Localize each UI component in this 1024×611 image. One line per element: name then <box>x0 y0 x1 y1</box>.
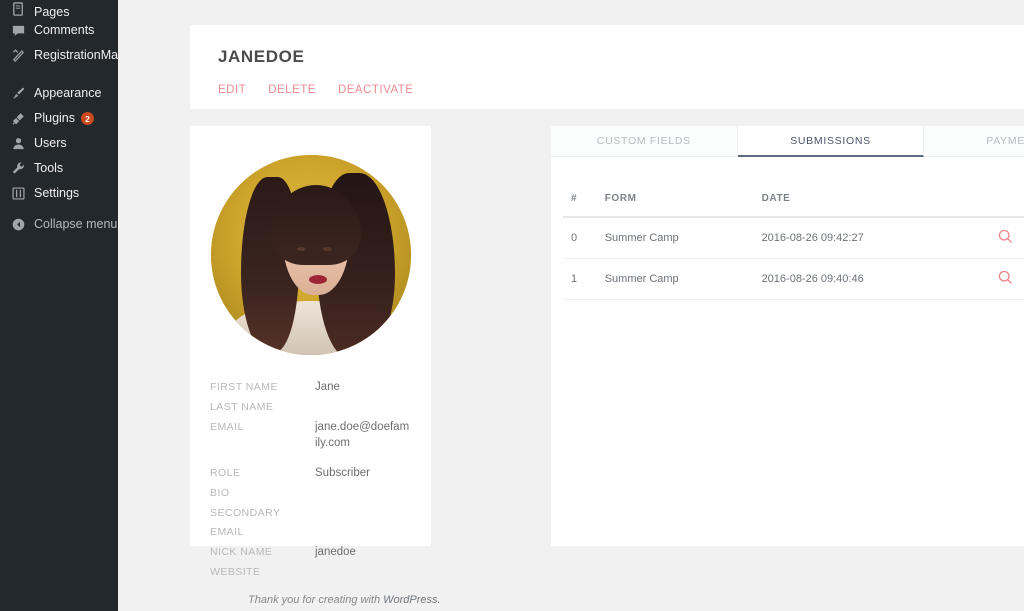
column-header-date: DATE <box>761 157 975 218</box>
column-header-form: FORM <box>604 157 762 218</box>
table-row[interactable]: 1 Summer Camp 2016-08-26 09:40:46 <box>563 258 1024 300</box>
sidebar-item-appearance[interactable]: Appearance <box>0 81 118 106</box>
sidebar-item-settings[interactable]: Settings <box>0 181 118 206</box>
comments-icon <box>9 22 27 40</box>
paintbrush-icon <box>9 85 27 103</box>
sidebar-item-label: Plugins <box>34 111 75 126</box>
table-body: 0 Summer Camp 2016-08-26 09:42:27 1 Summ… <box>563 217 1024 300</box>
column-header-number: # <box>563 157 605 218</box>
sidebar-item-label: Tools <box>34 161 64 176</box>
field-value: jane.doe@doefamily.com <box>315 421 410 449</box>
user-action-links: EDIT DELETE DEACTIVATE <box>218 84 1024 96</box>
sliders-icon <box>9 185 27 203</box>
sidebar-item-plugins[interactable]: Plugins 2 <box>0 106 118 131</box>
field-value: Subscriber <box>315 467 370 479</box>
registrationmagic-icon <box>9 47 27 65</box>
field-label: LAST NAME <box>210 401 274 413</box>
profile-field-secondary-email: SECONDARY EMAIL <box>210 503 411 542</box>
user-icon <box>9 135 27 153</box>
field-value <box>315 484 411 485</box>
pages-icon <box>9 0 27 18</box>
field-label: BIO <box>210 487 230 499</box>
profile-field-email: EMAIL jane.doe@doefamily.com <box>210 417 411 451</box>
sidebar-item-label: Collapse menu <box>34 217 118 232</box>
profile-panel: FIRST NAME Jane LAST NAME EMAIL jane.doe… <box>190 126 431 578</box>
deactivate-link[interactable]: DEACTIVATE <box>338 84 414 96</box>
profile-field-bio: BIO <box>210 483 411 503</box>
sidebar-divider <box>0 68 118 81</box>
view-icon[interactable] <box>997 228 1014 245</box>
wordpress-link[interactable]: WordPress. <box>383 594 440 606</box>
cell-form: Summer Camp <box>604 217 762 259</box>
cell-date: 2016-08-26 09:42:27 <box>761 217 975 259</box>
profile-field-list: FIRST NAME Jane LAST NAME EMAIL jane.doe… <box>202 377 419 582</box>
delete-link[interactable]: DELETE <box>268 84 316 96</box>
tab-bar: CUSTOM FIELDS SUBMISSIONS PAYMENTS <box>551 126 1024 157</box>
cell-number: 0 <box>563 217 605 259</box>
sidebar-item-pages[interactable]: Pages <box>0 0 118 18</box>
footer-text: Thank you for creating with <box>248 594 381 606</box>
cell-number: 1 <box>563 258 605 300</box>
view-icon[interactable] <box>997 269 1014 286</box>
field-label: WEBSITE <box>210 566 261 578</box>
cell-form: Summer Camp <box>604 258 762 300</box>
table-row[interactable]: 0 Summer Camp 2016-08-26 09:42:27 <box>563 217 1024 259</box>
field-label: ROLE <box>210 467 241 479</box>
collapse-icon <box>9 216 27 234</box>
sidebar-item-registrationmagic[interactable]: RegistrationMagic <box>0 43 134 68</box>
plug-icon <box>9 110 27 128</box>
submissions-panel: CUSTOM FIELDS SUBMISSIONS PAYMENTS # FOR… <box>551 126 1024 546</box>
sidebar-item-label: Settings <box>34 186 80 201</box>
tab-custom-fields[interactable]: CUSTOM FIELDS <box>551 126 738 156</box>
sidebar-item-collapse-menu[interactable]: Collapse menu <box>0 212 118 237</box>
plugins-update-badge: 2 <box>81 112 94 125</box>
profile-field-last-name: LAST NAME <box>210 397 411 417</box>
field-value <box>315 563 411 564</box>
page-title: JANEDOE <box>218 47 305 66</box>
sidebar-item-label: Appearance <box>34 86 102 101</box>
submissions-table-wrap: # FORM DATE 0 Summer Camp 2016-08-26 09:… <box>551 157 1024 300</box>
profile-field-website: WEBSITE <box>210 562 411 582</box>
tab-payments[interactable]: PAYMENTS <box>924 126 1024 156</box>
column-header-view <box>974 157 1024 218</box>
admin-footer: Thank you for creating with WordPress. <box>236 589 1024 611</box>
field-label: FIRST NAME <box>210 381 278 393</box>
admin-sidebar: Pages Comments RegistrationMagic Appeara… <box>0 0 134 611</box>
field-value <box>315 504 411 505</box>
field-value <box>315 398 411 399</box>
field-label: EMAIL <box>210 421 244 433</box>
profile-field-first-name: FIRST NAME Jane <box>210 377 411 397</box>
table-header: # FORM DATE <box>563 157 1024 218</box>
table-header-row: # FORM DATE <box>563 157 1024 218</box>
submissions-table: # FORM DATE 0 Summer Camp 2016-08-26 09:… <box>563 157 1024 300</box>
edit-link[interactable]: EDIT <box>218 84 246 96</box>
sidebar-item-label: Users <box>34 136 67 151</box>
sidebar-item-label: Pages <box>34 4 70 19</box>
wrench-icon <box>9 160 27 178</box>
profile-field-role: ROLE Subscriber <box>210 463 411 483</box>
field-value: Jane <box>315 381 340 393</box>
sidebar-item-label: Comments <box>34 23 95 38</box>
tab-submissions[interactable]: SUBMISSIONS <box>737 126 925 157</box>
sidebar-item-tools[interactable]: Tools <box>0 156 118 181</box>
field-label: NICK NAME <box>210 546 273 558</box>
cell-date: 2016-08-26 09:40:46 <box>761 258 975 300</box>
field-value: janedoe <box>315 546 356 558</box>
field-label: SECONDARY EMAIL <box>210 507 281 538</box>
user-header-panel: JANEDOE EDIT DELETE DEACTIVATE <box>190 25 1024 109</box>
profile-field-nick-name: NICK NAME janedoe <box>210 542 411 562</box>
sidebar-item-comments[interactable]: Comments <box>0 18 118 43</box>
avatar <box>210 155 411 355</box>
sidebar-item-users[interactable]: Users <box>0 131 118 156</box>
main-content-area: JANEDOE EDIT DELETE DEACTIVATE FIRST NAM… <box>118 0 1024 611</box>
